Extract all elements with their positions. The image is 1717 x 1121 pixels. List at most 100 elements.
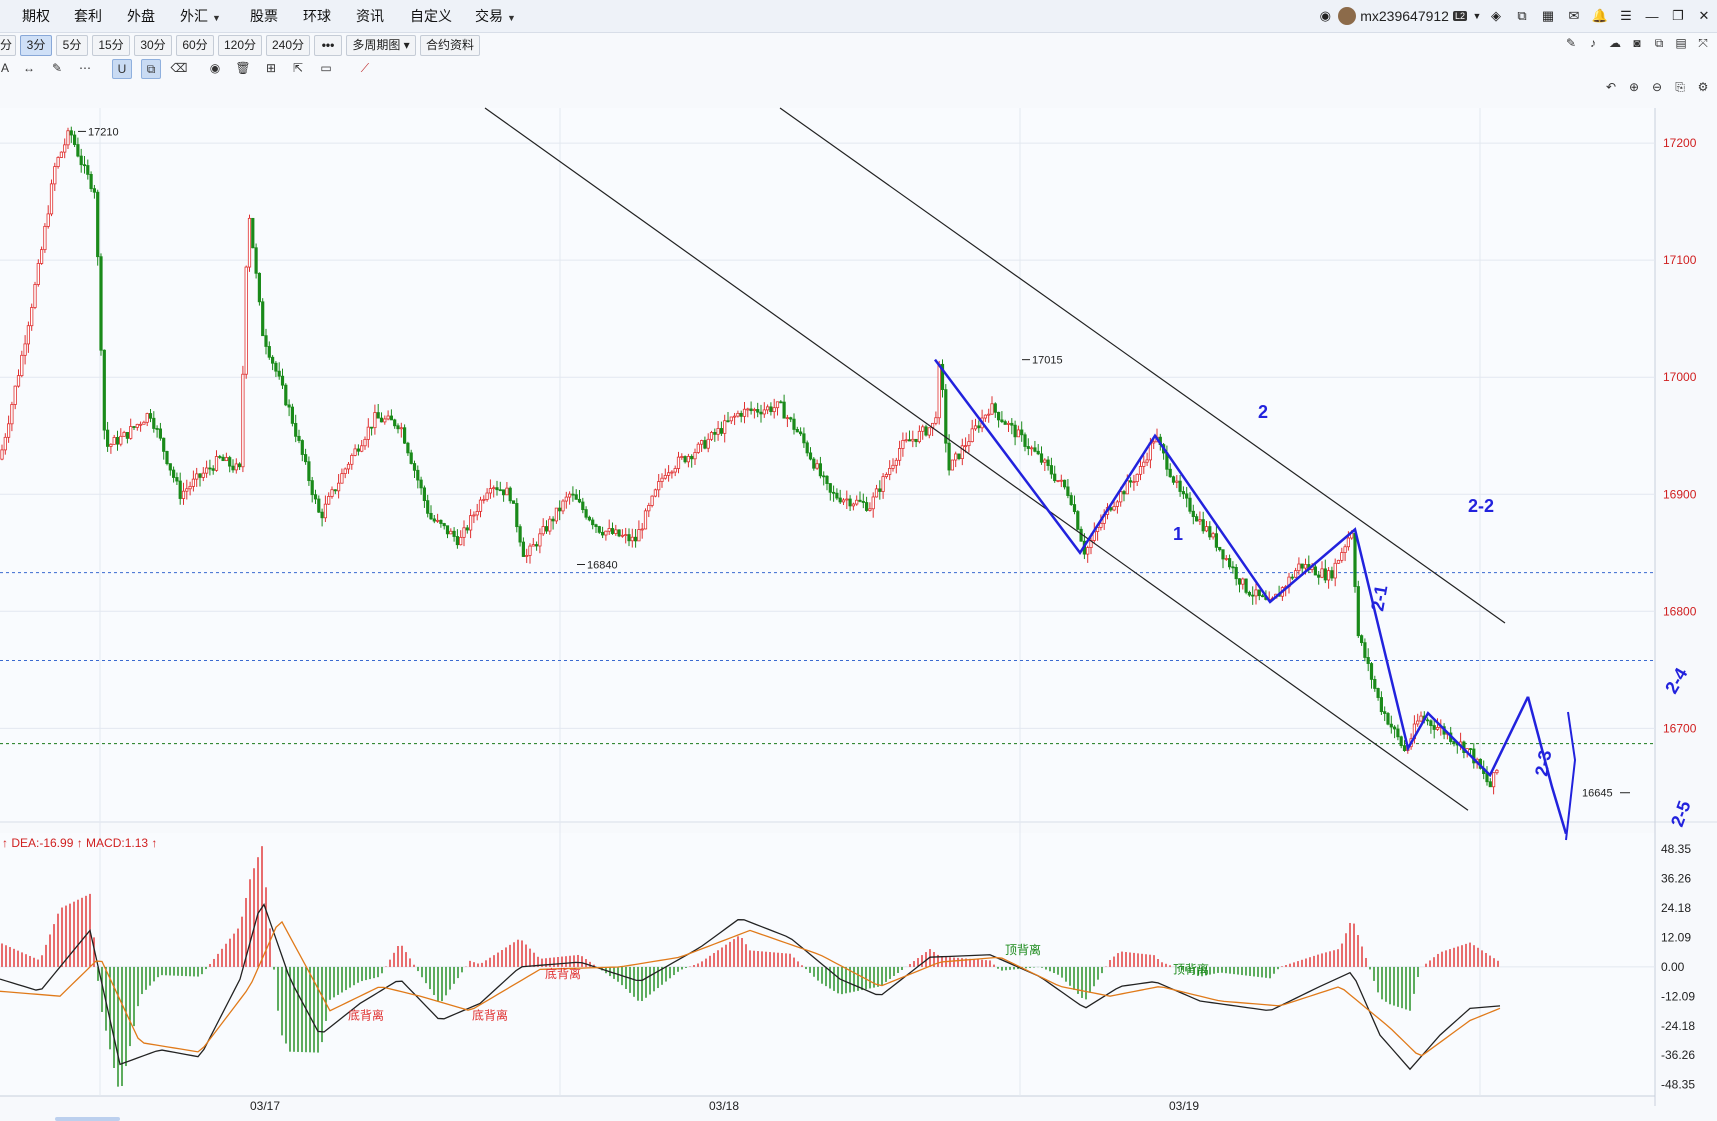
candle-body [1257,589,1261,597]
candle-body [815,463,819,469]
candle-body [521,541,526,557]
candle-body [1373,679,1377,689]
candle-body [789,417,793,420]
candle-body [1016,429,1021,438]
candle-body [449,530,453,535]
candle-body [125,431,129,439]
candle-body [1495,769,1499,774]
candle-body [967,441,971,447]
candle-body [73,134,77,145]
low-label: 16840 [587,559,618,571]
candle-body [122,431,126,437]
candle-body [950,459,955,471]
candle-body [1221,549,1225,560]
candle-body [726,420,730,423]
candle-body [237,463,242,468]
candle-body [409,452,413,464]
candle-body [571,493,575,496]
candle-body [610,528,615,534]
candle-body [1376,688,1380,698]
candle-body [792,418,796,430]
candle-body [1079,528,1083,542]
candle-body [1059,479,1063,482]
candle-body [1363,642,1367,658]
price-tick-label: 16700 [1663,721,1697,735]
candle-body [706,438,710,449]
candle-body [1175,480,1179,483]
candle-body [1432,725,1436,730]
candle-body [1119,491,1123,503]
candle-body [1247,591,1251,596]
candle-body [977,425,981,429]
price-tick-label: 16900 [1663,487,1697,501]
candle-body [650,495,654,506]
candle-body [221,456,225,462]
candle-body [601,531,605,536]
candle-body [254,247,258,274]
candle-body [1429,720,1433,726]
candle-body [353,448,357,456]
candle-body [1013,424,1017,438]
candle-body [640,528,644,531]
candle-body [1336,559,1341,564]
candle-body [1135,473,1139,483]
macd-tick-label: -48.35 [1661,1078,1695,1092]
candle-body [1416,720,1420,725]
candle-body [320,511,324,519]
candle-body [3,436,7,451]
wave-label: 2-4 [1661,664,1691,697]
candle-body [808,452,813,460]
candle-body [756,409,760,413]
candle-body [604,530,608,536]
candle-body [462,527,466,538]
candle-body [115,437,120,445]
candle-body [445,525,450,535]
candle-body [0,449,4,460]
price-tick-label: 16800 [1663,604,1697,618]
candle-body [300,440,304,455]
candle-body [1063,479,1067,488]
candle-body [416,469,420,481]
time-tick-label: 03/17 [250,1099,280,1113]
candle-body [7,423,11,438]
candle-body [1039,453,1044,463]
candle-body [465,527,469,531]
candle-body [1452,741,1456,744]
price-chart[interactable]: 17200 17100 17000 16900 16800 16700 03/17 03/18… [0,0,1717,1121]
candle-body [1211,533,1215,538]
candle-body [1086,547,1090,555]
candle-body [660,477,664,482]
candle-body [185,488,189,492]
candle-body [676,456,681,469]
wave-label: 2-2 [1468,496,1494,516]
candle-body [1353,532,1357,587]
macd-tick-label: -12.09 [1661,989,1695,1003]
candle-body [884,474,889,478]
candle-body [937,363,941,419]
candle-body [693,452,697,460]
candle-body [987,413,991,416]
candle-body [1046,459,1050,466]
candle-body [422,487,427,502]
candle-body [389,415,394,421]
candle-body [129,426,133,439]
candle-body [739,412,743,417]
time-tick-label: 03/19 [1169,1099,1199,1113]
candle-body [241,373,245,468]
candle-body [1115,501,1119,507]
candle-body [82,164,87,167]
time-tick-label: 03/18 [709,1099,739,1113]
candle-body [868,508,872,511]
candle-body [155,428,159,430]
candle-body [1399,736,1403,747]
candle-body [1142,461,1146,467]
candle-body [653,489,658,497]
candle-body [541,526,545,535]
candle-body [350,454,354,465]
candle-body [406,442,410,454]
candle-body [795,429,799,433]
candle-body [525,555,529,557]
candle-body [657,481,661,491]
candle-body [983,414,988,419]
candle-body [766,406,770,411]
